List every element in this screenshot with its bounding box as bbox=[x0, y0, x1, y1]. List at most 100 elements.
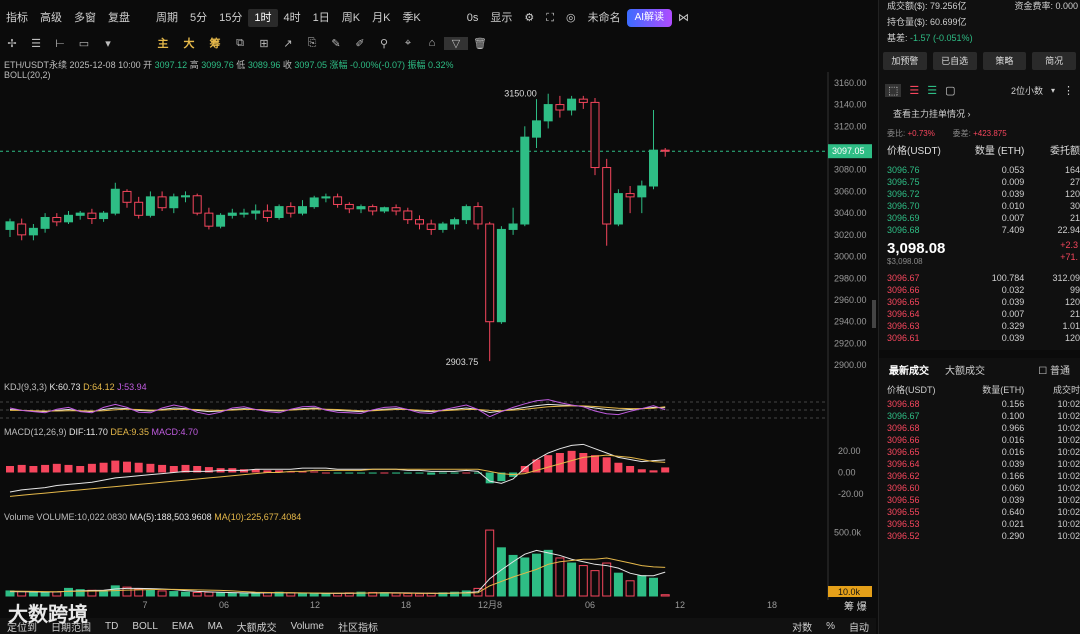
trade-row[interactable]: 3096.52 0.290 10:02 bbox=[879, 530, 1080, 542]
layout-bids-icon[interactable]: ☰ bbox=[927, 84, 937, 97]
candle-body bbox=[368, 206, 378, 212]
normal-checkbox[interactable]: ☐ 普通 bbox=[1038, 362, 1070, 377]
trade-row[interactable]: 3096.62 0.166 10:02 bbox=[879, 470, 1080, 482]
candle-body bbox=[590, 101, 600, 169]
candle-body bbox=[64, 214, 73, 223]
bid-row[interactable]: 3096.61 0.039 120 bbox=[879, 332, 1080, 344]
big-trade-button[interactable]: 大额成交 bbox=[230, 619, 284, 634]
bid-row[interactable]: 3096.65 0.039 120 bbox=[879, 296, 1080, 308]
candle-body bbox=[660, 149, 670, 152]
bid-row[interactable]: 3096.67 100.784 312.09 bbox=[879, 272, 1080, 284]
candle-body bbox=[321, 196, 331, 199]
macd-bar bbox=[111, 460, 120, 473]
decimals-select[interactable]: 2位小数 bbox=[1011, 84, 1043, 97]
trade-row[interactable]: 3096.66 0.016 10:02 bbox=[879, 434, 1080, 446]
layout-both-icon[interactable]: ⬚ bbox=[885, 83, 902, 97]
candle-body bbox=[216, 214, 226, 227]
favorite-button[interactable]: 已自选 bbox=[932, 52, 977, 70]
bid-row[interactable]: 3096.66 0.032 99 bbox=[879, 284, 1080, 296]
macd-bar bbox=[450, 472, 459, 474]
price-tick-label: 2900.00 bbox=[834, 360, 867, 370]
trade-row[interactable]: 3096.67 0.100 10:02 bbox=[879, 410, 1080, 422]
last-price-label: 3097.05 bbox=[832, 146, 865, 156]
time-tick-label: 12 bbox=[675, 600, 685, 610]
macd-bar bbox=[17, 464, 26, 473]
macd-bar bbox=[76, 466, 85, 473]
time-tick-label: 7 bbox=[142, 600, 147, 610]
trade-row[interactable]: 3096.68 0.966 10:02 bbox=[879, 422, 1080, 434]
volume-bar bbox=[520, 557, 530, 597]
ma-button[interactable]: MA bbox=[201, 621, 230, 632]
layout-asks-icon[interactable]: ☰ bbox=[909, 84, 919, 97]
ask-row[interactable]: 3096.68 7.409 22.94 bbox=[879, 224, 1080, 236]
time-tick-label: 18 bbox=[767, 600, 777, 610]
asks-list: 3096.76 0.053 164 3096.75 0.009 27 3096.72 0.03… bbox=[879, 164, 1080, 236]
trade-row[interactable]: 3096.55 0.640 10:02 bbox=[879, 506, 1080, 518]
bid-row[interactable]: 3096.64 0.007 21 bbox=[879, 308, 1080, 320]
macd-bar bbox=[614, 462, 623, 473]
bid-row[interactable]: 3096.63 0.329 1.01 bbox=[879, 320, 1080, 332]
trade-row[interactable]: 3096.53 0.021 10:02 bbox=[879, 518, 1080, 530]
volume-button[interactable]: Volume bbox=[284, 621, 331, 632]
ask-row[interactable]: 3096.69 0.007 21 bbox=[879, 212, 1080, 224]
candle-body bbox=[145, 196, 155, 216]
volume-tag-label: 10.0k bbox=[838, 587, 861, 597]
ask-row[interactable]: 3096.72 0.039 120 bbox=[879, 188, 1080, 200]
ask-row[interactable]: 3096.75 0.009 27 bbox=[879, 176, 1080, 188]
bids-list: 3096.67 100.784 312.09 3096.66 0.032 99 3096.6… bbox=[879, 272, 1080, 344]
volume-bar bbox=[602, 562, 612, 597]
price-tick-label: 3160.00 bbox=[834, 78, 867, 88]
td-button[interactable]: TD bbox=[98, 621, 125, 632]
candle-body bbox=[379, 207, 389, 212]
depth-link[interactable]: 查看主力挂单情况 › bbox=[879, 106, 1080, 122]
trade-row[interactable]: 3096.68 0.156 10:02 bbox=[879, 398, 1080, 410]
tab-big-trades[interactable]: 大额成交 bbox=[945, 362, 985, 377]
candle-body bbox=[637, 185, 647, 198]
overview-button[interactable]: 简况 bbox=[1032, 52, 1076, 70]
candle-body bbox=[520, 136, 530, 225]
macd-bar bbox=[6, 466, 14, 473]
trade-row[interactable]: 3096.56 0.039 10:02 bbox=[879, 494, 1080, 506]
tab-latest-trades[interactable]: 最新成交 bbox=[889, 362, 929, 377]
candle-body bbox=[298, 206, 307, 214]
volume-bar bbox=[578, 565, 588, 597]
more-icon[interactable]: ⋮ bbox=[1063, 84, 1074, 97]
chart-area[interactable]: 指标 高级 多窗 复盘 周期 5分 15分 1时 4时 1日 周K 月K 季K 0s 显示 ⚙ ⛶ ◎ 未命名 AI解… bbox=[0, 0, 876, 634]
percent-button[interactable]: % bbox=[819, 621, 842, 632]
volume-bar bbox=[192, 591, 202, 597]
macd-tick-label: 20.00 bbox=[838, 446, 861, 456]
ask-row[interactable]: 3096.70 0.010 30 bbox=[879, 200, 1080, 212]
chevron-down-icon: ▾ bbox=[1050, 85, 1055, 95]
macd-bar bbox=[368, 472, 377, 474]
log-button[interactable]: 对数 bbox=[785, 619, 819, 634]
time-tick-label: 18 bbox=[401, 600, 411, 610]
auto-button[interactable]: 自动 bbox=[842, 619, 876, 634]
macd-bar bbox=[357, 472, 365, 474]
alert-button[interactable]: 加预警 bbox=[883, 52, 927, 70]
macd-bar bbox=[345, 472, 354, 474]
strategy-button[interactable]: 策略 bbox=[982, 52, 1027, 70]
candle-body bbox=[75, 212, 85, 216]
macd-dea-line bbox=[9, 454, 666, 497]
community-indicator-button[interactable]: 社区指标 bbox=[331, 619, 385, 634]
candle-body bbox=[181, 195, 190, 198]
macd-bar bbox=[29, 466, 38, 473]
macd-bar bbox=[415, 472, 424, 474]
trade-row[interactable]: 3096.64 0.039 10:02 bbox=[879, 458, 1080, 470]
collapse-handle bbox=[872, 300, 876, 328]
ask-row[interactable]: 3096.76 0.053 164 bbox=[879, 164, 1080, 176]
volume-bar bbox=[590, 570, 600, 597]
candlestick-chart[interactable]: 3160.003140.003120.003100.003080.003060.… bbox=[0, 0, 876, 620]
trade-row[interactable]: 3096.65 0.016 10:02 bbox=[879, 446, 1080, 458]
candle-body bbox=[356, 206, 366, 210]
candle-body bbox=[40, 216, 50, 229]
layout-list-icon[interactable]: ▢ bbox=[945, 84, 955, 97]
candle-body bbox=[204, 212, 214, 227]
price-tick-label: 3040.00 bbox=[834, 208, 867, 218]
volume-bar bbox=[567, 562, 577, 597]
time-tick-label: 12 bbox=[310, 600, 320, 610]
candle-body bbox=[17, 223, 27, 236]
ema-button[interactable]: EMA bbox=[165, 621, 201, 632]
boll-button[interactable]: BOLL bbox=[125, 621, 165, 632]
trade-row[interactable]: 3096.60 0.060 10:02 bbox=[879, 482, 1080, 494]
